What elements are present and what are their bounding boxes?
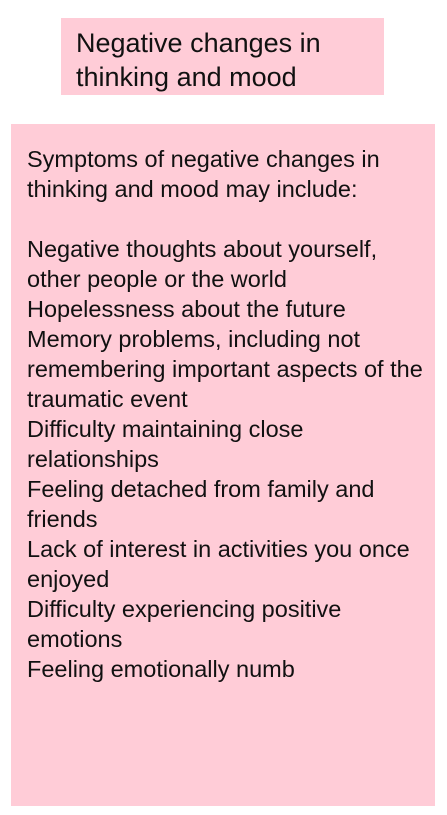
symptom-item: Lack of interest in activities you once … xyxy=(27,536,410,592)
title-card: Negative changes in thinking and mood xyxy=(61,18,384,95)
symptom-item: Negative thoughts about yourself, other … xyxy=(27,236,378,292)
symptom-item: Difficulty maintaining close relationshi… xyxy=(27,416,304,472)
symptom-item: Difficulty experiencing positive emotion… xyxy=(27,596,342,652)
symptom-item: Hopelessness about the future xyxy=(27,296,346,322)
symptom-item: Feeling detached from family and friends xyxy=(27,476,375,532)
card-title: Negative changes in thinking and mood xyxy=(76,28,321,92)
symptom-item: Feeling emotionally numb xyxy=(27,656,295,682)
symptom-item: Memory problems, including not rememberi… xyxy=(27,326,423,412)
symptoms-card: Symptoms of negative changes in thinking… xyxy=(11,124,435,806)
symptom-list: Negative thoughts about yourself, other … xyxy=(27,234,425,684)
intro-text: Symptoms of negative changes in thinking… xyxy=(27,146,380,202)
